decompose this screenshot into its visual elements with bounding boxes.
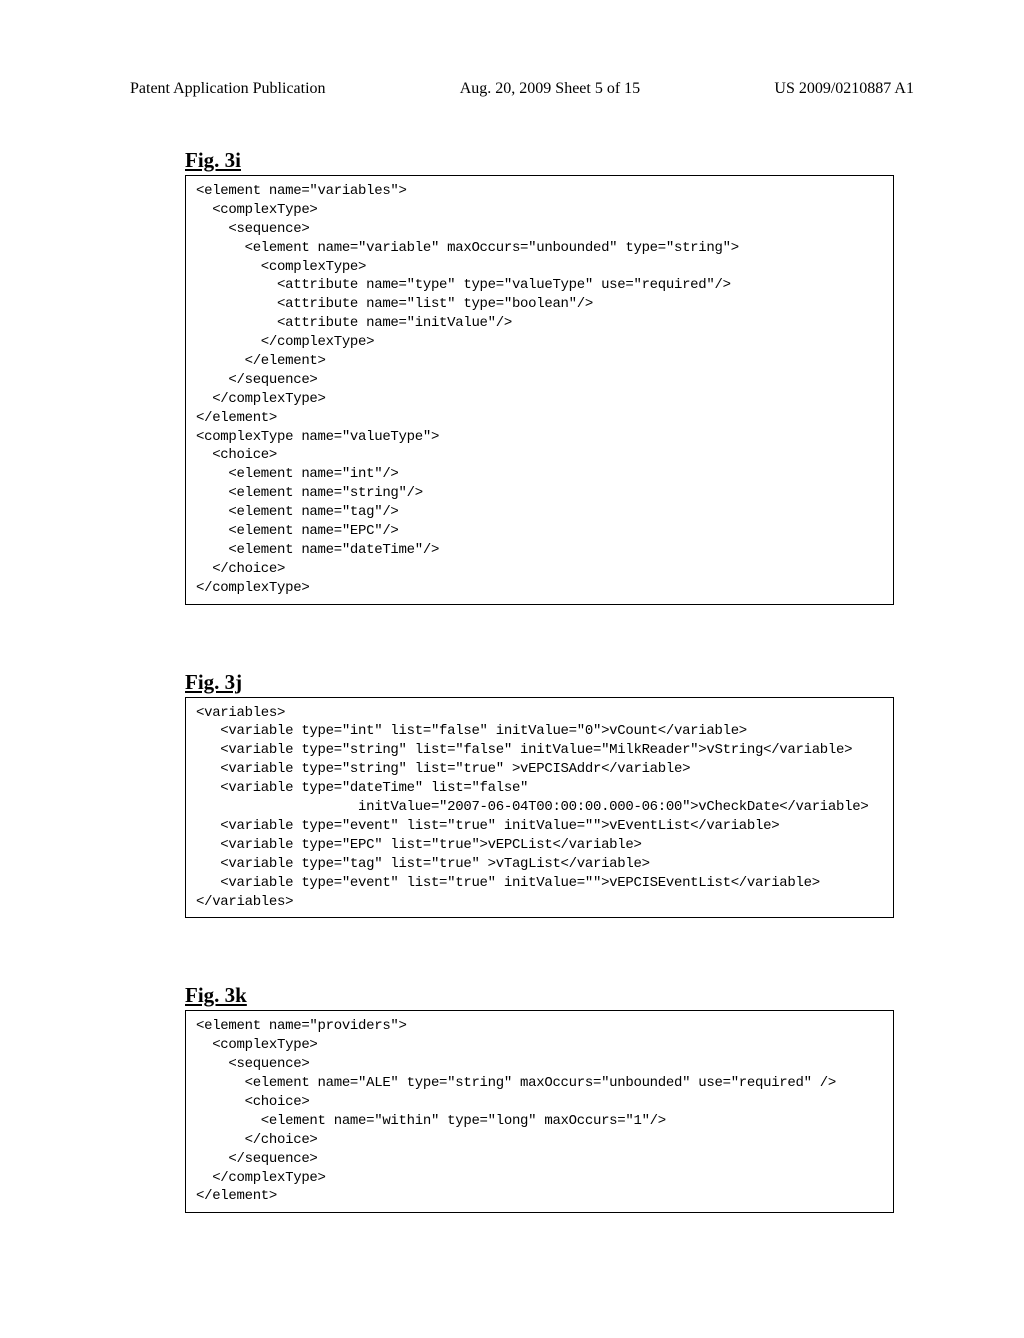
code-box-3i: <element name="variables"> <complexType>… (185, 175, 894, 605)
header-date-sheet: Aug. 20, 2009 Sheet 5 of 15 (460, 80, 640, 98)
header-publication-type: Patent Application Publication (130, 80, 326, 98)
figure-title: Fig. 3j (185, 670, 914, 695)
figure-title: Fig. 3i (185, 148, 914, 173)
code-box-3k: <element name="providers"> <complexType>… (185, 1010, 894, 1213)
figure-title: Fig. 3k (185, 983, 914, 1008)
header-patent-number: US 2009/0210887 A1 (774, 80, 914, 98)
figure-3j: Fig. 3j <variables> <variable type="int"… (130, 670, 914, 919)
figure-3i: Fig. 3i <element name="variables"> <comp… (130, 148, 914, 605)
code-box-3j: <variables> <variable type="int" list="f… (185, 697, 894, 919)
page-header: Patent Application Publication Aug. 20, … (130, 80, 914, 98)
patent-page: Patent Application Publication Aug. 20, … (0, 0, 1024, 1338)
figure-3k: Fig. 3k <element name="providers"> <comp… (130, 983, 914, 1213)
